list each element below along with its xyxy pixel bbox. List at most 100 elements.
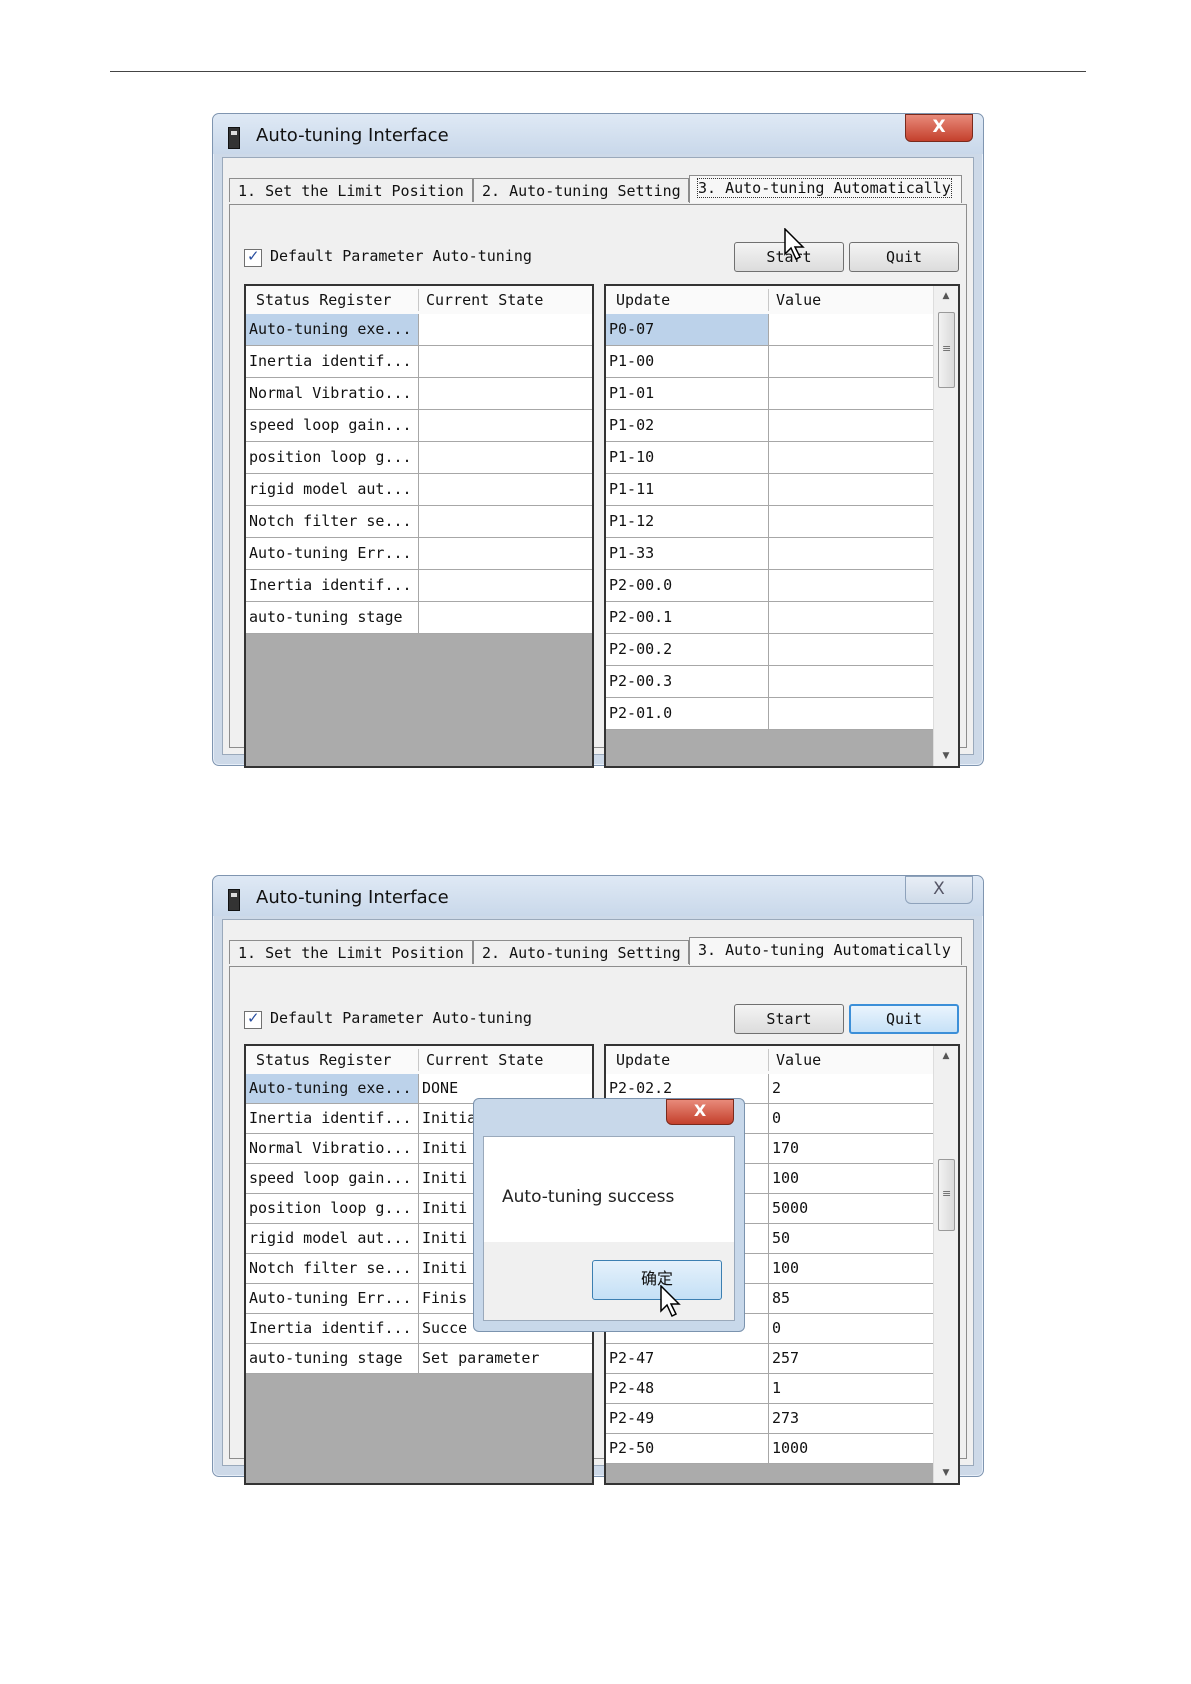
value-cell bbox=[769, 442, 934, 473]
column-divider[interactable] bbox=[418, 1049, 419, 1071]
status-register-cell: Inertia identif... bbox=[249, 1319, 412, 1337]
current-state-cell bbox=[419, 314, 592, 345]
column-divider[interactable] bbox=[768, 1049, 769, 1071]
column-header[interactable]: Value bbox=[776, 1046, 821, 1074]
table-row[interactable]: P1-10 bbox=[606, 442, 934, 474]
table-row[interactable]: rigid model aut... bbox=[246, 474, 592, 506]
window-close-button[interactable]: X bbox=[905, 876, 973, 904]
table-row[interactable]: P1-00 bbox=[606, 346, 934, 378]
table-row[interactable]: auto-tuning stage Set parameter bbox=[246, 1344, 592, 1374]
value-cell: 5000 bbox=[772, 1199, 809, 1217]
value-cell bbox=[769, 538, 934, 569]
table-row[interactable]: P1-01 bbox=[606, 378, 934, 410]
table-row[interactable]: P2-00.2 bbox=[606, 634, 934, 666]
column-header[interactable]: Status Register bbox=[256, 286, 391, 314]
table-row[interactable]: Inertia identif... bbox=[246, 570, 592, 602]
value-cell: 50 bbox=[772, 1229, 791, 1247]
value-cell: 100 bbox=[772, 1259, 800, 1277]
current-state-cell bbox=[419, 602, 592, 633]
table-row[interactable]: P1-11 bbox=[606, 474, 934, 506]
table-row[interactable]: P1-33 bbox=[606, 538, 934, 570]
value-cell: 170 bbox=[772, 1139, 800, 1157]
update-cell: P1-01 bbox=[609, 384, 655, 402]
tab-auto-tuning-automatically[interactable]: 3. Auto-tuning Automatically bbox=[689, 175, 962, 203]
vertical-scrollbar[interactable]: ▲ ≡ ▼ bbox=[933, 1046, 958, 1483]
table-row[interactable]: P0-07 bbox=[606, 314, 934, 346]
table-row[interactable]: P1-12 bbox=[606, 506, 934, 538]
table-row[interactable]: P2-00.1 bbox=[606, 602, 934, 634]
tab-panel: Default Parameter Auto-tuning Start Quit… bbox=[229, 204, 967, 768]
value-cell bbox=[769, 666, 934, 697]
status-register-cell: Inertia identif... bbox=[249, 576, 412, 594]
window-title: Auto-tuning Interface bbox=[256, 125, 449, 146]
column-header[interactable]: Current State bbox=[426, 286, 543, 314]
default-parameter-checkbox[interactable] bbox=[244, 1009, 262, 1029]
value-cell bbox=[769, 410, 934, 441]
column-divider[interactable] bbox=[418, 289, 419, 311]
quit-button[interactable]: Quit bbox=[849, 1004, 959, 1034]
table-row[interactable]: P2-01.0 bbox=[606, 698, 934, 730]
table-row[interactable]: P2-00.3 bbox=[606, 666, 934, 698]
column-header[interactable]: Status Register bbox=[256, 1046, 391, 1074]
title-bar[interactable]: Auto-tuning Interface X bbox=[213, 876, 983, 916]
tab-auto-tuning-automatically[interactable]: 3. Auto-tuning Automatically bbox=[689, 937, 962, 965]
table-row[interactable]: Auto-tuning Err... bbox=[246, 538, 592, 570]
column-header[interactable]: Update bbox=[616, 286, 670, 314]
table-row[interactable]: P2-50 1000 bbox=[606, 1434, 934, 1464]
value-cell bbox=[769, 474, 934, 505]
status-register-cell: Normal Vibratio... bbox=[249, 1139, 412, 1157]
table-row[interactable]: position loop g... bbox=[246, 442, 592, 474]
update-cell: P2-48 bbox=[609, 1379, 655, 1397]
tab-set-limit-position[interactable]: 1. Set the Limit Position bbox=[229, 178, 473, 202]
table-row[interactable]: P1-02 bbox=[606, 410, 934, 442]
column-header[interactable]: Current State bbox=[426, 1046, 543, 1074]
tab-auto-tuning-setting[interactable]: 2. Auto-tuning Setting bbox=[473, 178, 689, 202]
scroll-up-icon[interactable]: ▲ bbox=[934, 286, 958, 306]
scroll-down-icon[interactable]: ▼ bbox=[934, 1463, 958, 1483]
update-cell: P2-00.0 bbox=[609, 576, 673, 594]
update-cell: P1-33 bbox=[609, 544, 655, 562]
scrollbar-thumb[interactable]: ≡ bbox=[938, 1159, 955, 1231]
column-divider[interactable] bbox=[768, 289, 769, 311]
status-register-cell: Normal Vibratio... bbox=[249, 384, 412, 402]
table-row[interactable]: P2-49 273 bbox=[606, 1404, 934, 1434]
column-header[interactable]: Update bbox=[616, 1046, 670, 1074]
table-row[interactable]: Auto-tuning exe... bbox=[246, 314, 592, 346]
table-row[interactable]: auto-tuning stage bbox=[246, 602, 592, 634]
dialog-close-button[interactable]: X bbox=[666, 1099, 734, 1125]
auto-tuning-window-before: Auto-tuning Interface X 1. Set the Limit… bbox=[212, 113, 984, 768]
current-state-cell bbox=[419, 506, 592, 537]
tab-set-limit-position[interactable]: 1. Set the Limit Position bbox=[229, 940, 473, 964]
value-cell: 1 bbox=[772, 1379, 782, 1397]
table-row[interactable]: speed loop gain... bbox=[246, 410, 592, 442]
default-parameter-checkbox[interactable] bbox=[244, 247, 262, 267]
table-row[interactable]: P2-48 1 bbox=[606, 1374, 934, 1404]
title-bar[interactable]: Auto-tuning Interface X bbox=[213, 114, 983, 154]
table-row[interactable]: Inertia identif... bbox=[246, 346, 592, 378]
grip-icon: ≡ bbox=[942, 342, 952, 355]
tab-auto-tuning-setting[interactable]: 2. Auto-tuning Setting bbox=[473, 940, 689, 964]
start-button[interactable]: Start bbox=[734, 1004, 844, 1034]
page-top-rule bbox=[110, 71, 1086, 72]
current-state-cell bbox=[419, 346, 592, 377]
table-row[interactable]: P2-00.0 bbox=[606, 570, 934, 602]
ok-button[interactable]: 确定 bbox=[592, 1260, 722, 1300]
table-row[interactable]: P2-47 257 bbox=[606, 1344, 934, 1374]
table-header: Update Value bbox=[606, 1046, 934, 1075]
window-close-button[interactable]: X bbox=[905, 114, 973, 142]
table-header: Status Register Current State bbox=[246, 286, 592, 315]
scrollbar-thumb[interactable]: ≡ bbox=[938, 312, 955, 388]
quit-button[interactable]: Quit bbox=[849, 242, 959, 272]
update-cell: P1-02 bbox=[609, 416, 655, 434]
table-row[interactable]: Notch filter se... bbox=[246, 506, 592, 538]
scroll-up-icon[interactable]: ▲ bbox=[934, 1046, 958, 1066]
table-header: Status Register Current State bbox=[246, 1046, 592, 1075]
table-row[interactable]: Normal Vibratio... bbox=[246, 378, 592, 410]
scroll-down-icon[interactable]: ▼ bbox=[934, 746, 958, 766]
app-icon bbox=[228, 889, 240, 911]
status-register-cell: rigid model aut... bbox=[249, 480, 412, 498]
status-register-cell: Inertia identif... bbox=[249, 352, 412, 370]
vertical-scrollbar[interactable]: ▲ ≡ ▼ bbox=[933, 286, 958, 766]
column-header[interactable]: Value bbox=[776, 286, 821, 314]
window-client-area: 1. Set the Limit Position 2. Auto-tuning… bbox=[222, 157, 974, 768]
